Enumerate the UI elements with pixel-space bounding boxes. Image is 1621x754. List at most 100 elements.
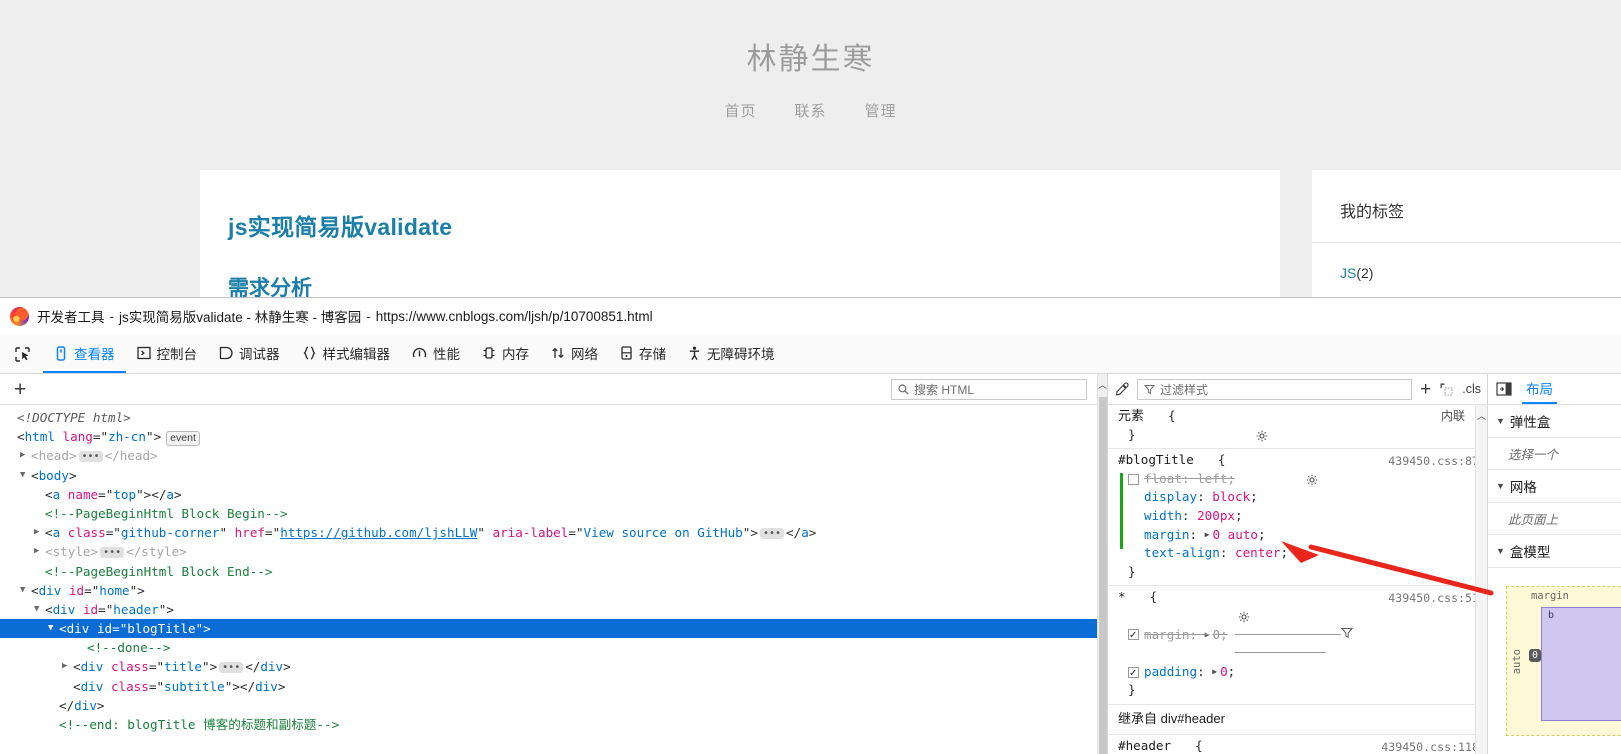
declaration-name[interactable]: float — [1144, 470, 1182, 489]
rule-selector[interactable]: #blogTitle — [1118, 451, 1194, 470]
tab-memory[interactable]: 内存 — [471, 335, 540, 373]
create-new-node-button[interactable]: + — [8, 379, 32, 400]
collapse-twisty-icon[interactable]: ▼ — [20, 466, 31, 485]
element-picker-button[interactable] — [6, 335, 43, 373]
expand-shorthand-icon[interactable]: ▶ — [1205, 626, 1210, 645]
declaration-checkbox[interactable] — [1128, 665, 1139, 683]
gear-icon[interactable] — [1150, 410, 1268, 442]
declaration-value[interactable]: 0 — [1213, 626, 1221, 645]
tab-storage[interactable]: 存储 — [609, 335, 677, 373]
declaration-margin[interactable]: margin: ▶ 0 auto; — [1118, 526, 1487, 545]
post-title[interactable]: js实现简易版validate — [200, 170, 1280, 242]
markup-line[interactable]: <html lang="zh-cn"> event — [0, 427, 1097, 447]
expand-twisty-icon[interactable]: ▶ — [34, 542, 45, 561]
tab-accessibility[interactable]: 无障碍环境 — [677, 335, 786, 373]
section-grid[interactable]: ▼ 网格 — [1488, 470, 1621, 503]
markup-tree[interactable]: <!DOCTYPE html> <html lang="zh-cn"> event ▶… — [0, 405, 1097, 754]
rule-source-link[interactable]: 439450.css:87 — [1388, 452, 1479, 471]
markup-line[interactable]: ▼ <div id="home"> — [0, 581, 1097, 600]
markup-line[interactable]: <!DOCTYPE html> — [0, 408, 1097, 427]
declaration-value[interactable]: 0 — [1220, 663, 1228, 682]
declaration-name[interactable]: width — [1144, 507, 1182, 526]
markup-line[interactable]: ▶ <div class="title"> ••• </div> — [0, 657, 1097, 676]
rule-element[interactable]: 元素 { } — [1108, 405, 1487, 450]
declaration-value[interactable]: left — [1197, 470, 1227, 489]
rule-selector[interactable]: * — [1118, 588, 1126, 607]
markup-line[interactable]: <div class="subtitle"></div> — [0, 677, 1097, 696]
tab-debugger[interactable]: 调试器 — [208, 335, 291, 373]
collapse-twisty-icon[interactable]: ▼ — [20, 581, 31, 600]
markup-scroll-thumb[interactable] — [1098, 397, 1107, 754]
box-model-margin-left-value[interactable]: auto — [1511, 649, 1523, 674]
markup-line[interactable]: ▶ <head> ••• </head> — [0, 446, 1097, 465]
expand-twisty-icon[interactable]: ▶ — [62, 657, 73, 676]
declaration-padding[interactable]: padding: ▶0; — [1118, 663, 1487, 683]
declaration-text-align[interactable]: text-align: center; — [1118, 544, 1487, 563]
collapse-twisty-icon[interactable]: ▼ — [34, 600, 45, 619]
markup-line[interactable]: ▼ <div id="header"> — [0, 600, 1097, 619]
declaration-name[interactable]: text-align — [1144, 544, 1220, 563]
markup-line[interactable]: ▶ <a class="github-corner" href="https://… — [0, 523, 1097, 542]
nav-item-home[interactable]: 首页 — [724, 100, 756, 121]
rule-source-link[interactable]: 439450.css:118 — [1381, 738, 1479, 754]
overridden-filter-icon[interactable] — [1235, 607, 1353, 663]
box-model-left-value[interactable]: 0 — [1529, 649, 1542, 662]
sidebar-tag-item[interactable]: JS(2) — [1312, 243, 1621, 281]
rule-universal[interactable]: 439450.css:51 * { margin: ▶0; — [1108, 586, 1487, 705]
rule-selector[interactable]: 元素 — [1118, 407, 1144, 426]
tab-layout[interactable]: 布局 — [1522, 374, 1557, 404]
markup-line[interactable]: <!--end: blogTitle 博客的标题和副标题--> — [0, 715, 1097, 734]
nav-item-contact[interactable]: 联系 — [794, 100, 826, 121]
declaration-width[interactable]: width: 200px; — [1118, 507, 1487, 526]
gear-icon[interactable] — [1200, 454, 1318, 486]
rule-selector[interactable]: #header — [1118, 737, 1171, 754]
markup-line[interactable]: ▶ <style> ••• </style> — [0, 542, 1097, 561]
filter-styles-input[interactable]: 过滤样式 — [1137, 378, 1413, 400]
tab-performance[interactable]: 性能 — [401, 335, 471, 373]
tab-console[interactable]: 控制台 — [126, 335, 209, 373]
declaration-name[interactable]: margin — [1144, 526, 1190, 545]
markup-line[interactable]: <a name="top"></a> — [0, 485, 1097, 504]
pseudo-class-icon[interactable] — [1439, 382, 1454, 397]
markup-scrollbar[interactable]: ︿ — [1097, 374, 1107, 754]
expand-shorthand-icon[interactable]: ▶ — [1205, 526, 1210, 545]
declaration-value[interactable]: center — [1235, 544, 1281, 563]
collapse-twisty-icon[interactable]: ▼ — [48, 619, 59, 638]
rule-source-link[interactable]: 439450.css:51 — [1388, 589, 1479, 608]
rule-header[interactable]: 439450.css:118 #header { text-shadow: 0 … — [1108, 735, 1487, 754]
blog-title[interactable]: 林静生寒 — [0, 34, 1621, 78]
declaration-checkbox[interactable] — [1128, 627, 1139, 646]
markup-line[interactable]: ▼ <body> — [0, 466, 1097, 485]
add-new-rule-button[interactable]: + — [1420, 380, 1431, 399]
gear-icon[interactable] — [1132, 592, 1249, 623]
rules-scrollbar[interactable]: ︿ — [1475, 405, 1487, 754]
declaration-value[interactable]: block — [1212, 488, 1250, 507]
rule-blogtitle[interactable]: 439450.css:87 #blogTitle { float: left; … — [1108, 449, 1487, 587]
box-model-diagram[interactable]: margin auto b 0 — [1488, 568, 1621, 754]
box-model-border-area[interactable]: b — [1541, 607, 1621, 721]
declaration-display[interactable]: display: block; — [1118, 488, 1487, 507]
search-html-input[interactable]: 搜索 HTML — [891, 378, 1087, 400]
expand-twisty-icon[interactable]: ▶ — [34, 523, 45, 542]
rules-list[interactable]: 内联 元素 { } 439450.css:87 #blogTitle {flo… — [1108, 405, 1487, 754]
nav-item-manage[interactable]: 管理 — [865, 100, 897, 121]
declaration-name[interactable]: margin — [1144, 626, 1190, 645]
markup-line[interactable]: ▼ <div id="blogTitle"> — [0, 619, 1097, 639]
eyedropper-icon[interactable] — [1114, 382, 1129, 397]
tab-style-editor[interactable]: 样式编辑器 — [291, 335, 402, 373]
gear-icon[interactable] — [1177, 740, 1189, 752]
tab-network[interactable]: 网络 — [540, 335, 609, 373]
declaration-name[interactable]: display — [1144, 488, 1197, 507]
expand-shorthand-icon[interactable]: ▶ — [1212, 663, 1217, 682]
section-flexbox[interactable]: ▼ 弹性盒 — [1488, 405, 1621, 438]
markup-line[interactable]: <!--PageBeginHtml Block End--> — [0, 562, 1097, 581]
markup-line[interactable]: </div> — [0, 696, 1097, 715]
expand-twisty-icon[interactable]: ▶ — [20, 446, 31, 465]
declaration-name[interactable]: padding — [1144, 663, 1197, 682]
cls-toggle-button[interactable]: .cls — [1462, 382, 1481, 396]
section-box-model[interactable]: ▼ 盒模型 — [1488, 535, 1621, 568]
markup-line[interactable]: <!--done--> — [0, 638, 1097, 657]
box-model-margin-area[interactable]: margin auto b 0 — [1506, 586, 1621, 736]
collapse-sidebar-icon[interactable] — [1496, 382, 1512, 396]
declaration-value[interactable]: 200px — [1197, 507, 1235, 526]
